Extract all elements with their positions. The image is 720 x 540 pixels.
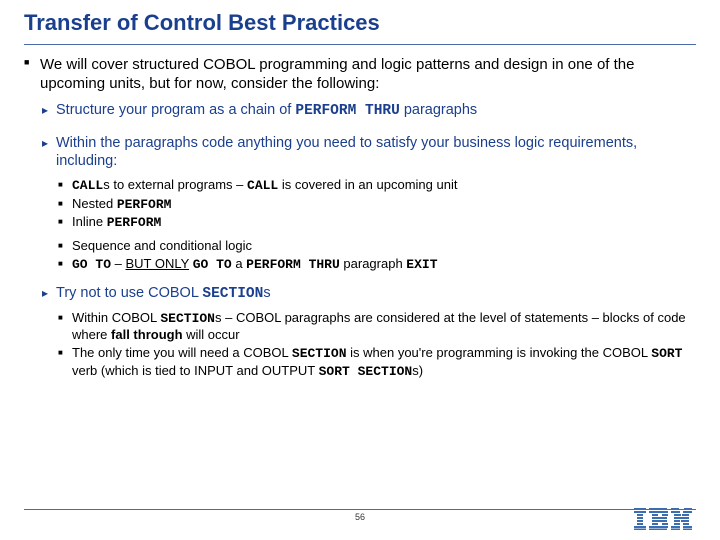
bullet-level2: Try not to use COBOL SECTIONs — [42, 284, 696, 304]
level3-group: CALLs to external programs – CALL is cov… — [58, 177, 696, 273]
text: Inline — [72, 214, 107, 229]
text: s — [263, 285, 270, 301]
square-bullet-icon — [58, 214, 72, 232]
text: is when you're programming is invoking t… — [347, 345, 652, 360]
page-number: 56 — [0, 512, 720, 522]
keyword-sort-section: SORT SECTION — [319, 364, 413, 379]
slide: Transfer of Control Best Practices We wi… — [0, 0, 720, 540]
keyword-perform: PERFORM — [117, 197, 172, 212]
bullet-level2: Within the paragraphs code anything you … — [42, 134, 696, 171]
keyword-call: CALL — [72, 178, 103, 193]
item-section-fallthrough: Within COBOL SECTIONs – COBOL paragraphs… — [72, 310, 696, 344]
bullet-level3: The only time you will need a COBOL SECT… — [58, 345, 696, 380]
keyword-section: SECTION — [202, 286, 263, 302]
item-goto: GO TO – BUT ONLY GO TO a PERFORM THRU pa… — [72, 256, 696, 274]
text: verb (which is tied to INPUT and OUTPUT — [72, 363, 319, 378]
keyword-section: SECTION — [160, 311, 215, 326]
bullet-level3: Within COBOL SECTIONs – COBOL paragraphs… — [58, 310, 696, 344]
text: will occur — [183, 327, 240, 342]
triangle-bullet-icon — [42, 284, 56, 304]
triangle-bullet-icon — [42, 101, 56, 121]
bullet-level3: Inline PERFORM — [58, 214, 696, 232]
triangle-bullet-icon — [42, 134, 56, 171]
keyword-section: SECTION — [292, 346, 347, 361]
intro-text: We will cover structured COBOL programmi… — [40, 55, 696, 93]
text-bold: fall through — [111, 327, 183, 342]
square-bullet-icon — [58, 345, 72, 380]
bullet-level3: CALLs to external programs – CALL is cov… — [58, 177, 696, 195]
ibm-logo-icon — [634, 508, 692, 530]
keyword-perform-thru: PERFORM THRU — [295, 103, 399, 119]
text: Nested — [72, 196, 117, 211]
text: Try not to use COBOL — [56, 285, 202, 301]
slide-title: Transfer of Control Best Practices — [24, 10, 696, 42]
text: paragraph — [340, 256, 407, 271]
bullet-level1: We will cover structured COBOL programmi… — [24, 55, 696, 93]
square-bullet-icon — [58, 310, 72, 344]
item-section-sort: The only time you will need a COBOL SECT… — [72, 345, 696, 380]
square-bullet-icon — [58, 196, 72, 214]
square-bullet-icon — [58, 177, 72, 195]
text: a — [232, 256, 246, 271]
text: s to external programs – — [103, 177, 247, 192]
text: Within COBOL — [72, 310, 160, 325]
ibm-logo — [634, 508, 692, 530]
level2-group: Structure your program as a chain of PER… — [42, 101, 696, 380]
title-divider — [24, 44, 696, 45]
item-call: CALLs to external programs – CALL is cov… — [72, 177, 696, 195]
item-nested-perform: Nested PERFORM — [72, 196, 696, 214]
text: is covered in an upcoming unit — [278, 177, 457, 192]
keyword-exit: EXIT — [406, 257, 437, 272]
text: The only time you will need a COBOL — [72, 345, 292, 360]
text: s) — [412, 363, 423, 378]
keyword-call: CALL — [247, 178, 278, 193]
text: Structure your program as a chain of — [56, 102, 295, 118]
bullet-level2: Structure your program as a chain of PER… — [42, 101, 696, 121]
point-paragraphs: Within the paragraphs code anything you … — [56, 134, 696, 171]
level3-group: Within COBOL SECTIONs – COBOL paragraphs… — [58, 310, 696, 381]
keyword-perform-thru: PERFORM THRU — [246, 257, 340, 272]
square-bullet-icon — [58, 238, 72, 255]
text: paragraphs — [400, 102, 477, 118]
text-underline: BUT ONLY — [125, 256, 189, 271]
keyword-sort: SORT — [651, 346, 682, 361]
square-bullet-icon — [24, 55, 40, 93]
point-structure: Structure your program as a chain of PER… — [56, 101, 696, 121]
square-bullet-icon — [58, 256, 72, 274]
point-sections: Try not to use COBOL SECTIONs — [56, 284, 696, 304]
footer-divider — [24, 509, 696, 510]
keyword-perform: PERFORM — [107, 215, 162, 230]
keyword-go-to: GO TO — [193, 257, 232, 272]
text: – — [111, 256, 125, 271]
item-sequence: Sequence and conditional logic — [72, 238, 696, 255]
bullet-level3: Nested PERFORM — [58, 196, 696, 214]
bullet-level3: GO TO – BUT ONLY GO TO a PERFORM THRU pa… — [58, 256, 696, 274]
keyword-go-to: GO TO — [72, 257, 111, 272]
slide-content: We will cover structured COBOL programmi… — [24, 55, 696, 380]
item-inline-perform: Inline PERFORM — [72, 214, 696, 232]
bullet-level3: Sequence and conditional logic — [58, 238, 696, 255]
